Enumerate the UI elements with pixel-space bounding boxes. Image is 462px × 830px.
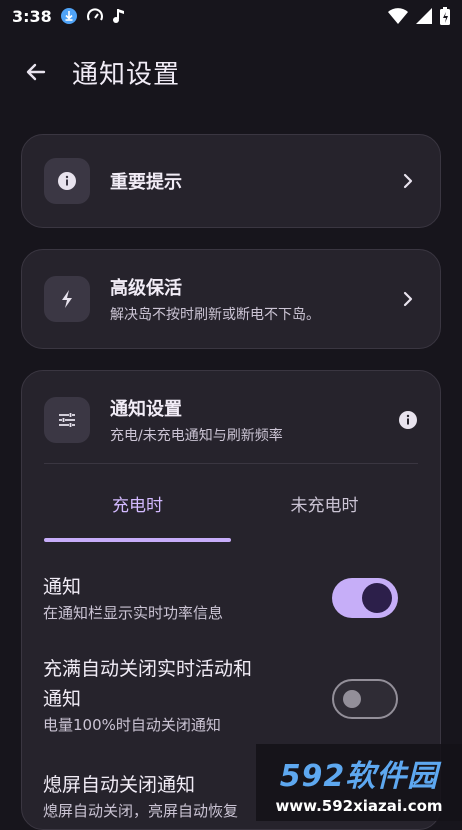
tune-icon-box: [44, 397, 90, 443]
arrow-left-icon: [26, 63, 46, 81]
download-icon: [60, 7, 78, 25]
chevron-right-icon: [398, 173, 418, 189]
important-notice-card[interactable]: 重要提示: [21, 134, 441, 228]
bolt-icon: [62, 290, 72, 308]
setting-auto-close-desc: 电量100%时自动关闭通知: [43, 716, 221, 734]
tab-indicator: [44, 538, 231, 542]
setting-notify: 通知 在通知栏显示实时功率信息: [43, 572, 398, 624]
chevron-right-icon: [398, 291, 418, 307]
battery-charging-icon: [440, 7, 450, 25]
important-notice-title: 重要提示: [110, 172, 182, 193]
tab-charging[interactable]: 充电时: [44, 464, 231, 542]
status-bar: 3:38: [0, 0, 462, 32]
back-button[interactable]: [8, 44, 64, 100]
speedometer-icon: [86, 7, 104, 25]
signal-icon: [416, 8, 432, 24]
auto-close-full-toggle[interactable]: [332, 679, 398, 719]
tab-not-charging[interactable]: 未充电时: [231, 464, 418, 542]
status-right: [388, 7, 450, 25]
notify-toggle[interactable]: [332, 578, 398, 618]
keepalive-title: 高级保活: [110, 278, 182, 299]
advanced-keepalive-card[interactable]: 高级保活 解决岛不按时刷新或断电不下岛。: [21, 249, 441, 349]
watermark: 592软件园 www.592xiazai.com: [256, 744, 462, 821]
bolt-icon-box: [44, 276, 90, 322]
notify-settings-title: 通知设置: [110, 399, 182, 420]
keepalive-subtitle: 解决岛不按时刷新或断电不下岛。: [110, 307, 320, 323]
music-note-icon: [112, 7, 126, 25]
toggle-knob: [362, 583, 392, 613]
watermark-brand: 592软件园: [279, 758, 439, 794]
setting-auto-close-title-line1: 充满自动关闭实时活动和: [43, 658, 253, 680]
info-button[interactable]: [398, 410, 418, 430]
status-time: 3:38: [12, 6, 52, 26]
setting-auto-close-title-line2: 通知: [43, 688, 82, 710]
status-left: 3:38: [12, 7, 126, 26]
setting-notify-desc: 在通知栏显示实时功率信息: [43, 604, 224, 622]
app-bar: 通知设置: [0, 44, 462, 100]
info-icon: [58, 172, 76, 190]
watermark-url: www.592xiazai.com: [275, 796, 443, 815]
tab-bar: 充电时 未充电时: [44, 464, 418, 542]
setting-auto-close-full: 充满自动关闭实时活动和 通知 电量100%时自动关闭通知: [43, 654, 398, 736]
toggle-knob: [343, 690, 361, 708]
info-icon: [399, 411, 417, 429]
info-icon-box: [44, 158, 90, 204]
tune-icon: [59, 413, 75, 427]
wifi-icon: [388, 8, 408, 24]
page-title: 通知设置: [72, 59, 181, 90]
setting-notify-title: 通知: [43, 576, 82, 598]
notify-settings-subtitle: 充电/未充电通知与刷新频率: [110, 428, 283, 444]
